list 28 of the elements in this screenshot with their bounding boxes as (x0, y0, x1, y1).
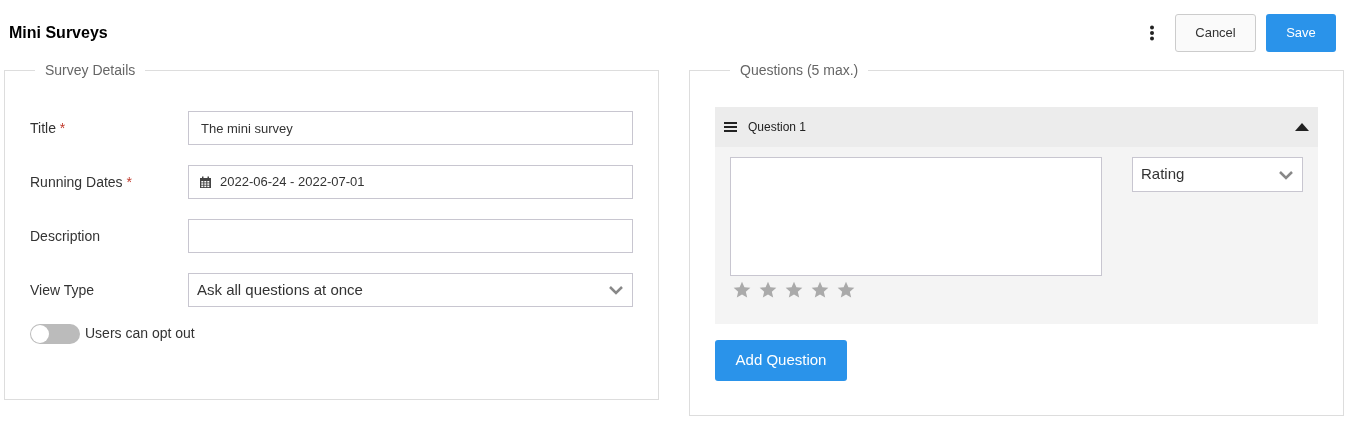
field-label: View Type (30, 280, 96, 300)
toggle-label: Users can opt out (85, 324, 195, 343)
opt-out-toggle[interactable] (30, 323, 80, 344)
more-options-icon[interactable] (1149, 25, 1155, 41)
view-type-select[interactable]: Ask all questions at once (188, 273, 633, 307)
text-field[interactable]: The mini survey (188, 111, 633, 145)
drag-handle-icon[interactable] (724, 121, 737, 133)
page-title: Mini Surveys (8, 23, 108, 43)
panel-legend: Survey Details (35, 60, 146, 81)
star-icon[interactable] (758, 280, 778, 300)
field-label: Title * (30, 118, 67, 138)
date-range-field[interactable]: 2022-06-24 - 2022-07-01 (188, 165, 633, 199)
panel-legend: Questions (5 max.) (730, 60, 869, 81)
star-icon[interactable] (732, 280, 752, 300)
chevron-down-icon (1278, 169, 1294, 180)
question-text-field[interactable] (730, 157, 1102, 276)
question-type-select[interactable]: Rating (1132, 157, 1303, 192)
star-icon[interactable] (784, 280, 804, 300)
text-field[interactable] (188, 219, 633, 253)
field-label: Description (30, 226, 102, 246)
collapse-icon[interactable] (1295, 123, 1309, 131)
field-label: Running Dates * (30, 172, 133, 192)
star-icon[interactable] (836, 280, 856, 300)
chevron-down-icon (608, 285, 624, 295)
question-title: Question 1 (748, 119, 807, 136)
calendar-icon (199, 175, 212, 189)
star-icon[interactable] (810, 280, 830, 300)
cancel-button[interactable]: Cancel (1175, 14, 1256, 52)
